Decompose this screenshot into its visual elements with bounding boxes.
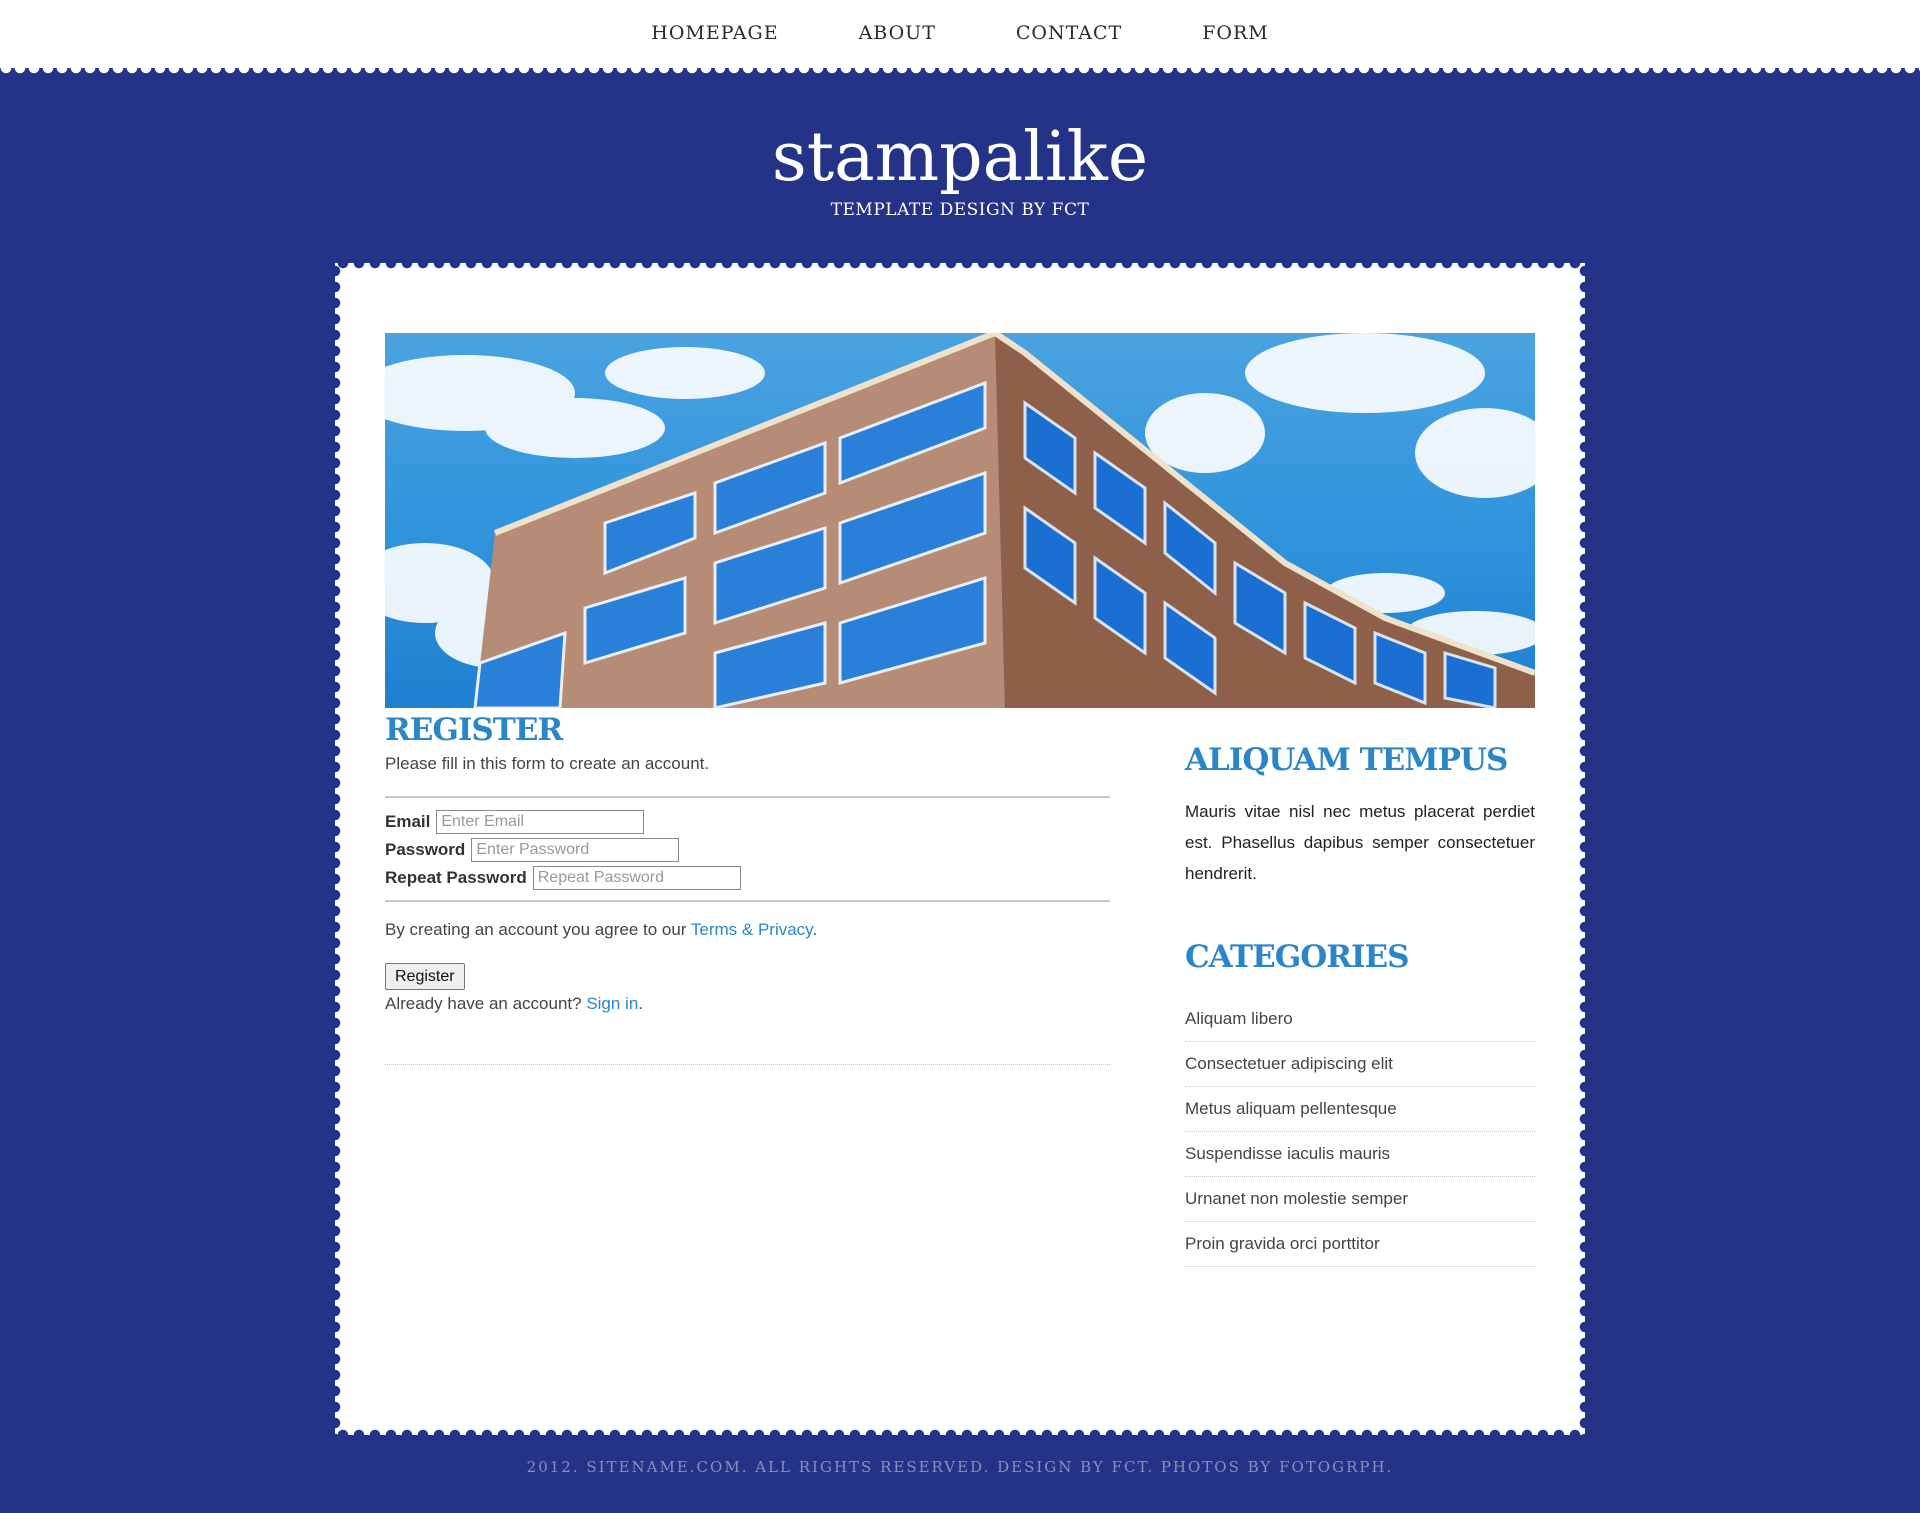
nav-scalloped-edge xyxy=(0,68,1920,80)
category-link-metus[interactable]: Metus aliquam pellentesque xyxy=(1185,1099,1397,1119)
categories-list: Aliquam libero Consectetuer adipiscing e… xyxy=(1185,997,1535,1267)
terms-agreement: By creating an account you agree to our … xyxy=(385,920,1110,940)
category-item: Metus aliquam pellentesque xyxy=(1185,1087,1535,1132)
nav-list: HOMEPAGE ABOUT CONTACT FORM xyxy=(611,0,1308,44)
register-heading: REGISTER xyxy=(385,712,563,748)
terms-period: . xyxy=(812,920,818,939)
top-nav: HOMEPAGE ABOUT CONTACT FORM xyxy=(0,0,1920,68)
site-tagline: TEMPLATE DESIGN BY FCT xyxy=(830,200,1090,220)
terms-privacy-link[interactable]: Terms & Privacy xyxy=(691,920,813,939)
footer-text: 2012. SITENAME.COM. ALL RIGHTS RESERVED.… xyxy=(526,1458,1112,1476)
repeat-password-row: Repeat Password xyxy=(385,864,1110,892)
category-item: Proin gravida orci porttitor xyxy=(1185,1222,1535,1267)
nav-link-about[interactable]: ABOUT xyxy=(859,0,936,44)
repeat-password-label: Repeat Password xyxy=(385,868,527,887)
email-input[interactable] xyxy=(436,810,645,834)
stamp-perforation-bottom xyxy=(335,1429,1585,1441)
nav-item-homepage: HOMEPAGE xyxy=(651,0,778,44)
repeat-password-input[interactable] xyxy=(532,866,741,890)
signin-text: Already have an account? xyxy=(385,994,587,1013)
footer-end: . xyxy=(1386,1458,1394,1476)
nav-item-form: FORM xyxy=(1202,0,1269,44)
stamp-perforation-top xyxy=(335,257,1585,269)
nav-link-homepage[interactable]: HOMEPAGE xyxy=(651,0,778,44)
signin-prompt: Already have an account? Sign in. xyxy=(385,994,1110,1014)
site-title[interactable]: stampalike xyxy=(0,118,1920,198)
category-item: Urnanet non molestie semper xyxy=(1185,1177,1535,1222)
category-link-suspendisse[interactable]: Suspendisse iaculis mauris xyxy=(1185,1144,1390,1164)
sidebar-about-heading: ALIQUAM TEMPUS xyxy=(1185,742,1508,778)
section-dotted-divider xyxy=(385,1064,1110,1065)
category-item: Aliquam libero xyxy=(1185,997,1535,1042)
footer-design-link[interactable]: FCT xyxy=(1112,1458,1148,1476)
stamp-perforation-left xyxy=(329,263,341,1435)
stamp-content-panel: REGISTER Please fill in this form to cre… xyxy=(329,257,1591,1441)
hero-building-image xyxy=(385,333,1535,708)
password-label: Password xyxy=(385,840,466,859)
building-illustration xyxy=(385,333,1535,708)
nav-link-form[interactable]: FORM xyxy=(1202,0,1269,44)
email-row: Email xyxy=(385,808,1110,836)
register-button[interactable]: Register xyxy=(385,963,465,990)
footer-middle: . PHOTOS BY xyxy=(1147,1458,1280,1476)
form-divider-bottom xyxy=(385,900,1110,902)
sidebar-about-text: Mauris vitae nisl nec metus placerat per… xyxy=(1185,802,1535,883)
nav-item-contact: CONTACT xyxy=(1016,0,1122,44)
sidebar: ALIQUAM TEMPUS Mauris vitae nisl nec met… xyxy=(1185,740,1535,1267)
register-section: REGISTER Please fill in this form to cre… xyxy=(385,710,1110,1065)
terms-text: By creating an account you agree to our xyxy=(385,920,691,939)
email-label: Email xyxy=(385,812,431,831)
category-item: Consectetuer adipiscing elit xyxy=(1185,1042,1535,1087)
password-row: Password xyxy=(385,836,1110,864)
category-link-proin[interactable]: Proin gravida orci porttitor xyxy=(1185,1234,1380,1254)
footer-photos-link[interactable]: FOTOGRPH xyxy=(1279,1458,1386,1476)
category-link-aliquam-libero[interactable]: Aliquam libero xyxy=(1185,1009,1293,1029)
nav-item-about: ABOUT xyxy=(859,0,936,44)
category-link-urnanet[interactable]: Urnanet non molestie semper xyxy=(1185,1189,1408,1209)
stamp-perforation-right xyxy=(1579,263,1591,1435)
signin-period: . xyxy=(638,994,644,1013)
nav-link-contact[interactable]: CONTACT xyxy=(1016,0,1122,44)
footer: 2012. SITENAME.COM. ALL RIGHTS RESERVED.… xyxy=(0,1458,1920,1476)
register-intro: Please fill in this form to create an ac… xyxy=(385,754,710,773)
category-link-consectetuer[interactable]: Consectetuer adipiscing elit xyxy=(1185,1054,1393,1074)
register-form: Email Password Repeat Password xyxy=(385,798,1110,900)
signin-link[interactable]: Sign in xyxy=(586,994,638,1013)
password-input[interactable] xyxy=(471,838,680,862)
categories-heading: CATEGORIES xyxy=(1185,939,1409,975)
category-item: Suspendisse iaculis mauris xyxy=(1185,1132,1535,1177)
